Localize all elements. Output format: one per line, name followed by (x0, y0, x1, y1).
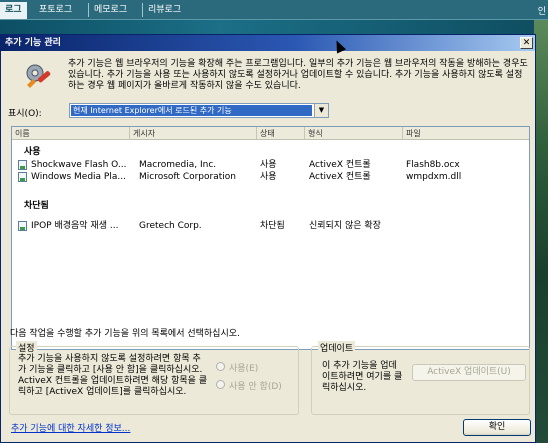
addon-type: 신뢰되지 않은 확장 (309, 221, 381, 231)
addon-file: Flash8b.ocx (406, 160, 460, 170)
chevron-down-icon[interactable]: ▼ (314, 104, 328, 117)
addons-gear-icon (26, 64, 51, 88)
ok-button[interactable]: 확인 (463, 419, 531, 436)
web-tab-memolog[interactable]: 메모로그 (88, 3, 132, 17)
group-label-blocked: 차단됨 (24, 201, 49, 211)
settings-group-title: 설정 (16, 341, 37, 354)
addon-name: Windows Media Pla... (31, 172, 126, 182)
addon-status: 사용 (260, 160, 277, 170)
disable-radio-label: 사용 안 함(D) (229, 382, 282, 392)
show-label: 표시(O): (8, 109, 42, 119)
enable-radio-label: 사용(E) (229, 364, 259, 374)
addon-publisher: Microsoft Corporation (139, 172, 236, 182)
addon-icon (18, 160, 27, 170)
table-row[interactable]: Windows Media Pla... Microsoft Corporati… (12, 171, 529, 183)
selection-hint: 다음 작업을 수행할 추가 기능을 위의 목록에서 선택하십시오. (10, 329, 240, 339)
addon-name: Shockwave Flash O... (31, 160, 127, 170)
column-header-file[interactable]: 파일 (403, 127, 529, 140)
show-dropdown[interactable]: 현재 Internet Explorer에서 로드된 추가 기능 ▼ (69, 103, 329, 118)
addon-icon (18, 172, 27, 182)
update-description: 이 추가 기능을 업데이트하려면 여기를 클릭하십시오. (322, 361, 403, 393)
show-dropdown-value: 현재 Internet Explorer에서 로드된 추가 기능 (71, 105, 312, 116)
group-label-enabled: 사용 (24, 147, 41, 157)
table-row[interactable]: Shockwave Flash O... Macromedia, Inc. 사용… (12, 159, 529, 171)
table-row[interactable]: IPOP 배경음악 재생 ... Gretech Corp. 차단됨 신뢰되지 … (12, 220, 529, 232)
more-info-link[interactable]: 추가 기능에 대한 자세한 정보... (11, 421, 130, 434)
web-tab-photolog[interactable]: 포토로그 (34, 3, 77, 17)
close-button[interactable]: ✕ (520, 37, 533, 49)
update-group-title: 업데이트 (318, 341, 356, 354)
column-header-publisher[interactable]: 게시자 (130, 127, 257, 140)
web-page-background (534, 20, 548, 443)
update-group: 업데이트 이 추가 기능을 업데이트하려면 여기를 클릭하십시오. Active… (311, 341, 530, 415)
dialog-title: 추가 기능 관리 (5, 38, 61, 48)
intro-description: 추가 기능은 웹 브라우저의 기능을 확장해 주는 프로그램입니다. 일부의 추… (68, 59, 528, 91)
enable-radio[interactable] (216, 362, 225, 371)
dialog-titlebar[interactable]: 추가 기능 관리 ✕ (1, 35, 535, 51)
addons-list[interactable]: 이름 게시자 상태 형식 파일 사용 Shockwave Flash O... … (11, 126, 530, 350)
column-header-name[interactable]: 이름 (12, 127, 130, 140)
addon-type: ActiveX 컨트롤 (309, 160, 371, 170)
web-tab-reviewlog[interactable]: 리뷰로그 (142, 3, 186, 17)
manage-addons-dialog: 추가 기능 관리 ✕ 추가 기능은 웹 브라우저의 기능을 확장해 주는 프로그… (0, 34, 536, 443)
web-navigation-bar: 로그 포토로그 메모로그 리뷰로그 인 (0, 0, 548, 20)
column-header-status[interactable]: 상태 (257, 127, 305, 140)
activex-update-button[interactable]: ActiveX 업데이트(U) (412, 364, 526, 381)
addon-icon (18, 221, 27, 231)
addon-type: ActiveX 컨트롤 (309, 172, 371, 182)
web-page-banner (0, 20, 548, 34)
addon-publisher: Gretech Corp. (139, 221, 202, 231)
web-tab-log[interactable]: 로그 (0, 2, 27, 19)
settings-group: 설정 추가 기능을 사용하지 않도록 설정하려면 항목 추가 기능을 클릭하고 … (9, 341, 299, 415)
disable-radio[interactable] (216, 380, 225, 389)
addon-name: IPOP 배경음악 재생 ... (31, 221, 119, 231)
addon-status: 사용 (260, 172, 277, 182)
web-nav-right-text: 인 (537, 7, 546, 17)
addon-file: wmpdxm.dll (406, 172, 462, 182)
settings-description: 추가 기능을 사용하지 않도록 설정하려면 항목 추가 기능을 클릭하고 [사용… (18, 354, 208, 397)
list-header: 이름 게시자 상태 형식 파일 (12, 127, 529, 140)
column-header-type[interactable]: 형식 (305, 127, 403, 140)
addon-publisher: Macromedia, Inc. (139, 160, 217, 170)
addon-status: 차단됨 (260, 221, 285, 231)
